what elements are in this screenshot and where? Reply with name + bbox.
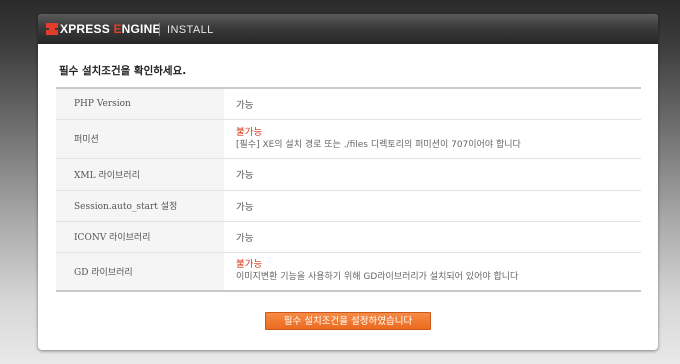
requirement-message: [필수] XE의 설치 경로 또는 ./files 디렉토리의 퍼미션이 707… [236,139,521,150]
requirement-value: 가능 [224,88,641,120]
requirement-label: XML 라이브러리 [56,158,224,191]
requirements-table: PHP Version 가능 퍼미션 불가능 [필수] XE의 설치 경로 또는… [56,87,641,292]
requirement-value: 가능 [224,221,641,253]
page-heading: 필수 설치조건을 확인하세요. [59,65,187,77]
install-panel: XPRESS ENGINE INSTALL 필수 설치조건을 확인하세요. PH… [38,14,658,350]
requirement-value: 가능 [224,158,641,191]
panel-header: XPRESS ENGINE INSTALL [38,14,658,44]
status-text: 불가능 [236,126,263,138]
status-text: 가능 [236,232,254,244]
requirement-label: 퍼미션 [56,119,224,159]
table-row: PHP Version 가능 [56,88,641,120]
table-row: XML 라이브러리 가능 [56,158,641,191]
xe-logo-icon [46,23,58,35]
requirement-label: ICONV 라이브러리 [56,221,224,253]
requirement-label: GD 라이브러리 [56,252,224,291]
status-text: 불가능 [236,259,263,271]
requirement-label: Session.auto_start 설정 [56,190,224,222]
requirement-label: PHP Version [56,88,224,120]
requirement-message: 이미지변환 기능을 사용하기 위해 GD라이브러리가 설치되어 있어야 합니다 [236,272,519,283]
status-text: 가능 [236,99,254,111]
header-divider [159,23,160,36]
requirement-value: 불가능 이미지변환 기능을 사용하기 위해 GD라이브러리가 설치되어 있어야 … [224,252,641,291]
table-row: 퍼미션 불가능 [필수] XE의 설치 경로 또는 ./files 디렉토리의 … [56,119,641,159]
xpress-engine-logo: XPRESS ENGINE [46,22,161,36]
table-row: ICONV 라이브러리 가능 [56,221,641,253]
table-row: Session.auto_start 설정 가능 [56,190,641,222]
status-text: 가능 [236,201,254,213]
status-text: 가능 [236,170,254,181]
header-title: INSTALL [167,24,214,36]
requirement-value: 가능 [224,190,641,222]
table-row: GD 라이브러리 불가능 이미지변환 기능을 사용하기 위해 GD라이브러리가 … [56,252,641,291]
requirement-value: 불가능 [필수] XE의 설치 경로 또는 ./files 디렉토리의 퍼미션이… [224,119,641,159]
logo-text: XPRESS ENGINE [60,22,161,36]
confirm-requirements-button[interactable]: 필수 설치조건을 설정하였습니다 [265,312,431,330]
